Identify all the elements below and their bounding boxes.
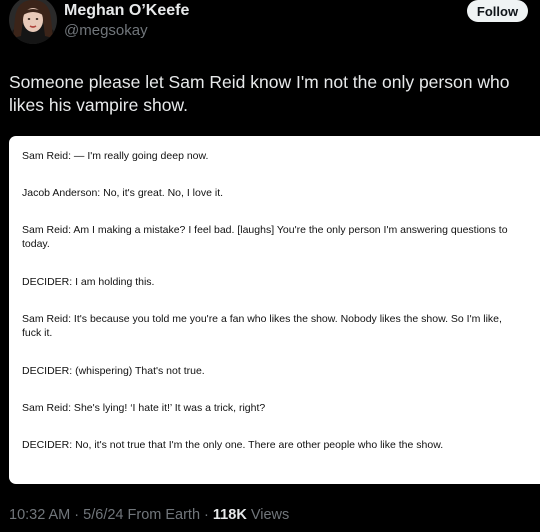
- avatar-image: [9, 0, 57, 44]
- follow-button[interactable]: Follow: [467, 0, 528, 22]
- views-label: Views: [246, 507, 290, 523]
- transcript-line: Sam Reid: — I'm really going deep now.: [22, 150, 209, 162]
- tweet-metadata: 10:32 AM · 5/6/24 From Earth · 118K View…: [9, 507, 289, 523]
- tweet-date[interactable]: 5/6/24: [83, 507, 123, 523]
- transcript-line: Sam Reid: She's lying! ‘I hate it!’ It w…: [22, 402, 266, 414]
- author-name[interactable]: Meghan O’Keefe: [64, 2, 189, 20]
- separator: ·: [200, 507, 213, 523]
- separator: ·: [70, 507, 84, 523]
- transcript-line: DECIDER: (whispering) That's not true.: [22, 365, 205, 377]
- tweet-header: Meghan O’Keefe @megsokay Follow: [0, 0, 540, 52]
- transcript-line: Sam Reid: Am I making a mistake? I feel …: [22, 224, 508, 250]
- tweet-source: From Earth: [123, 507, 201, 523]
- tweet-time[interactable]: 10:32 AM: [9, 507, 70, 523]
- author-handle[interactable]: @megsokay: [64, 22, 148, 39]
- transcript-line: Sam Reid: It's because you told me you'r…: [22, 313, 502, 339]
- transcript-line: DECIDER: I am holding this.: [22, 276, 155, 288]
- views-count: 118K: [212, 507, 247, 523]
- tweet-text: Someone please let Sam Reid know I'm not…: [9, 72, 510, 115]
- transcript-image[interactable]: Sam Reid: — I'm really going deep now. J…: [9, 136, 540, 484]
- transcript-line: DECIDER: No, it's not true that I'm the …: [22, 439, 444, 451]
- avatar[interactable]: [9, 0, 57, 44]
- transcript-line: Jacob Anderson: No, it's great. No, I lo…: [22, 187, 224, 199]
